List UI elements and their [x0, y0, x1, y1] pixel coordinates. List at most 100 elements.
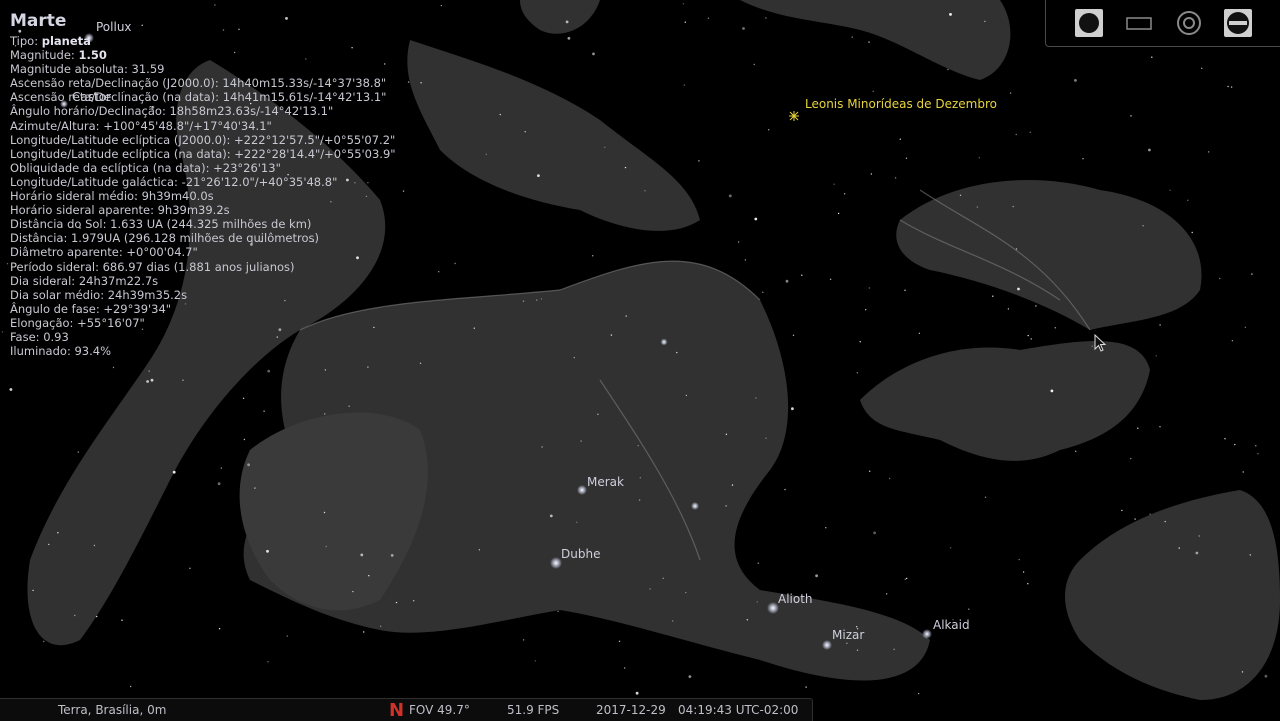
ground-horizon-icon[interactable]	[1223, 8, 1253, 38]
planet-disc-icon[interactable]	[1074, 8, 1104, 38]
background-star	[325, 545, 327, 548]
background-star	[1198, 535, 1200, 537]
background-star	[805, 686, 807, 688]
meteor-radiant-icon	[789, 111, 799, 121]
background-star	[604, 146, 606, 148]
background-star	[43, 640, 45, 643]
background-star	[367, 366, 369, 368]
background-star	[32, 589, 34, 592]
background-star	[949, 547, 952, 549]
background-star	[1242, 471, 1244, 473]
background-star	[323, 511, 326, 514]
background-star	[662, 577, 664, 579]
date-text[interactable]: 2017-12-29	[596, 703, 666, 717]
info-line: Longitude/Latitude eclíptica (na data): …	[10, 146, 396, 161]
background-star	[731, 484, 734, 486]
info-line: Elongação: +55°16'07"	[10, 315, 145, 330]
background-star	[540, 298, 543, 300]
background-star	[573, 356, 575, 359]
background-star	[522, 300, 525, 302]
background-star	[756, 601, 758, 603]
background-star	[1007, 308, 1010, 310]
background-star	[534, 660, 536, 662]
info-line: Dia solar médio: 24h39m35.2s	[10, 287, 188, 302]
background-star	[917, 692, 920, 695]
background-star	[837, 212, 840, 215]
background-star	[904, 578, 906, 580]
background-star	[1251, 273, 1253, 275]
background-star	[947, 68, 949, 71]
background-star	[478, 549, 481, 551]
background-star	[96, 615, 98, 618]
label-meteor-shower: Leonis Minorídeas de Dezembro	[805, 97, 997, 111]
leo-minor-art	[407, 40, 700, 231]
background-star	[825, 527, 827, 529]
background-star	[1249, 554, 1252, 556]
info-line: Diâmetro aparente: +0°00'04.7"	[10, 245, 198, 260]
background-star	[865, 309, 867, 311]
background-star	[189, 567, 191, 569]
background-star	[1142, 225, 1144, 227]
time-text[interactable]: 04:19:43 UTC-02:00	[678, 703, 798, 717]
background-star	[1207, 151, 1210, 153]
background-star	[1091, 345, 1094, 347]
background-star	[537, 174, 540, 178]
background-star	[978, 157, 980, 159]
background-star	[148, 370, 150, 372]
background-star	[172, 470, 176, 474]
background-star	[1134, 518, 1136, 520]
background-star	[792, 334, 795, 336]
background-star	[685, 394, 688, 397]
info-line: Fase: 0.93	[10, 329, 69, 344]
background-star	[48, 543, 50, 546]
background-star	[639, 477, 641, 479]
background-star	[592, 255, 594, 257]
background-star	[146, 380, 150, 383]
info-line: Ângulo horário/Declinação: 18h58m23.63s/…	[10, 104, 334, 119]
background-star	[419, 362, 422, 364]
background-star	[753, 63, 755, 66]
object-type: Tipo: planeta	[10, 34, 91, 48]
background-star	[1164, 520, 1166, 523]
background-star	[801, 274, 803, 276]
background-star	[904, 289, 906, 291]
background-star	[851, 36, 853, 38]
coma-berenices-art	[896, 180, 1202, 330]
background-star	[254, 487, 256, 489]
label-alioth: Alioth	[778, 592, 813, 606]
background-star	[220, 467, 222, 469]
background-star	[1155, 355, 1157, 357]
object-magnitude: Magnitude: 1.50	[10, 48, 107, 63]
window-rectangle-icon[interactable]	[1124, 8, 1154, 38]
background-star	[1009, 92, 1012, 94]
background-star	[1148, 148, 1151, 152]
background-star	[1017, 287, 1020, 291]
background-star	[440, 4, 443, 7]
background-star	[1227, 85, 1229, 88]
target-circle-icon[interactable]	[1174, 8, 1204, 38]
background-star	[522, 639, 525, 641]
background-star	[1050, 389, 1054, 393]
info-line: Obliquidade da eclíptica (na data): +23°…	[10, 160, 281, 175]
background-star	[1234, 443, 1236, 446]
background-star	[1075, 450, 1077, 452]
background-star	[1231, 340, 1234, 342]
background-star	[1035, 305, 1037, 307]
location-text[interactable]: Terra, Brasília, 0m	[58, 703, 166, 717]
background-star	[610, 334, 613, 336]
background-star	[635, 691, 639, 695]
background-star	[638, 499, 641, 501]
background-star	[324, 413, 326, 415]
background-star	[1149, 513, 1151, 515]
background-star	[112, 366, 115, 369]
background-star	[833, 183, 835, 185]
background-star	[1029, 131, 1031, 133]
background-star	[886, 593, 888, 595]
star-alkaid	[922, 629, 932, 639]
background-star	[906, 577, 908, 580]
background-star	[1151, 56, 1153, 58]
background-star	[1, 331, 4, 333]
background-star	[682, 3, 685, 5]
background-star	[624, 166, 627, 169]
background-star	[1137, 427, 1139, 429]
